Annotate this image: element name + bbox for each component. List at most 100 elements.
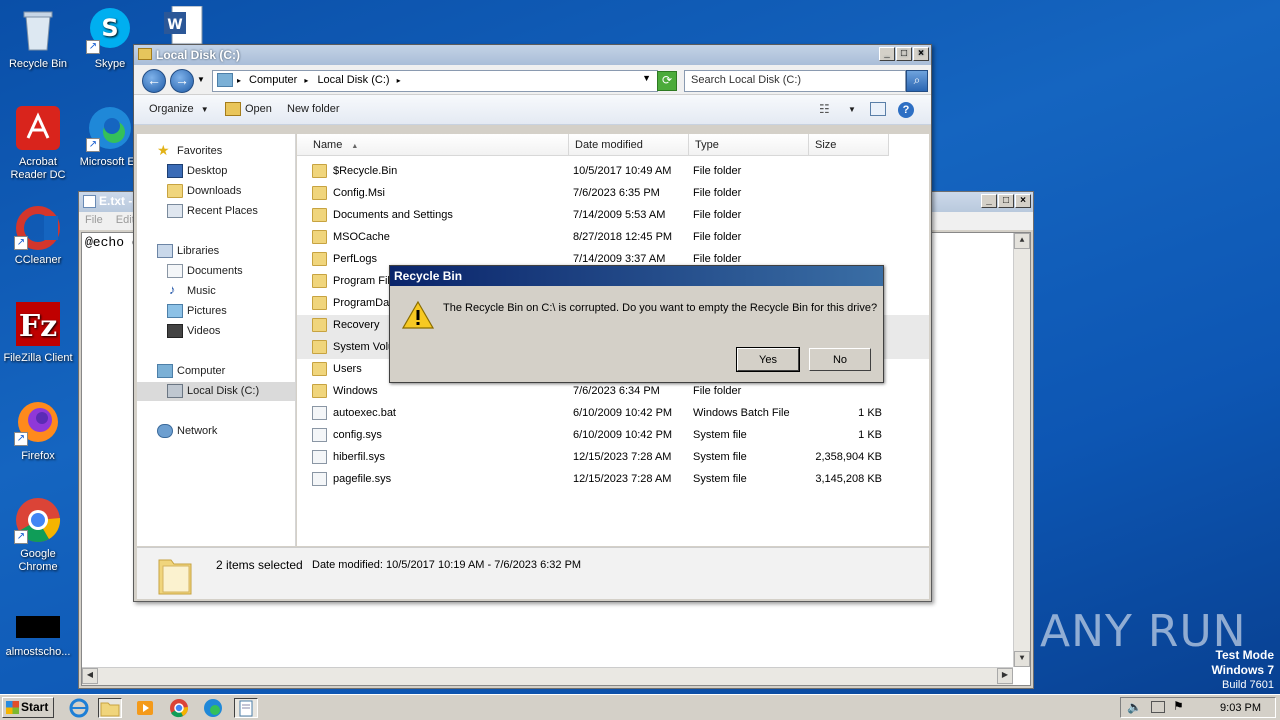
table-row[interactable]: Windows 7/6/2023 6:34 PM File folder bbox=[297, 381, 929, 403]
desktop-icon-ccleaner[interactable]: ↗ CCleaner bbox=[0, 202, 76, 267]
recycle-bin-icon bbox=[14, 6, 62, 54]
dialog-title-bar[interactable]: Recycle Bin bbox=[390, 266, 883, 286]
table-row[interactable]: Documents and Settings 7/14/2009 5:53 AM F… bbox=[297, 205, 929, 227]
file-date: 6/10/2009 10:42 PM bbox=[573, 407, 673, 419]
column-header-type[interactable]: Type bbox=[689, 134, 809, 156]
computer-icon bbox=[217, 73, 233, 87]
preview-pane-icon[interactable] bbox=[870, 102, 886, 116]
chevron-right-icon[interactable]: ▸ bbox=[304, 76, 308, 85]
table-row[interactable]: autoexec.bat 6/10/2009 10:42 PM Windows Ba… bbox=[297, 403, 929, 425]
nav-network[interactable]: Network bbox=[137, 422, 295, 441]
nav-documents[interactable]: Documents bbox=[137, 262, 295, 281]
chevron-down-icon[interactable]: ▼ bbox=[848, 105, 856, 114]
chevron-right-icon[interactable]: ▸ bbox=[397, 76, 401, 85]
file-type: System file bbox=[693, 451, 747, 463]
desktop-icon-almostschool[interactable]: almostscho... bbox=[0, 614, 76, 659]
column-header-size[interactable]: Size bbox=[809, 134, 889, 156]
back-button[interactable]: ← bbox=[142, 69, 166, 93]
column-header-name[interactable]: Name ▲ bbox=[297, 134, 569, 156]
folder-icon bbox=[312, 384, 327, 398]
minimize-button[interactable]: _ bbox=[879, 47, 895, 61]
file-name: autoexec.bat bbox=[333, 407, 396, 419]
scroll-right-icon[interactable]: ▶ bbox=[997, 668, 1013, 684]
folder-icon bbox=[312, 296, 327, 310]
close-button[interactable]: × bbox=[913, 47, 929, 61]
nav-computer[interactable]: Computer bbox=[137, 362, 295, 381]
address-bar[interactable]: ▸ Computer ▸ Local Disk (C:) ▸ ▼ bbox=[212, 70, 658, 92]
word-document-icon[interactable]: W bbox=[164, 5, 210, 45]
file-date: 8/27/2018 12:45 PM bbox=[573, 231, 673, 243]
clock[interactable]: 9:03 PM bbox=[1220, 702, 1261, 714]
forward-button[interactable]: → bbox=[170, 69, 194, 93]
menu-edit[interactable]: Edit bbox=[116, 214, 135, 226]
maximize-button[interactable]: □ bbox=[896, 47, 912, 61]
taskbar-edge-icon[interactable] bbox=[202, 698, 226, 718]
minimize-button[interactable]: _ bbox=[981, 194, 997, 208]
table-row[interactable]: pagefile.sys 12/15/2023 7:28 AM System fil… bbox=[297, 469, 929, 491]
nav-local-disk[interactable]: Local Disk (C:) bbox=[137, 382, 295, 401]
nav-videos[interactable]: Videos bbox=[137, 322, 295, 341]
new-folder-button[interactable]: New folder bbox=[287, 103, 340, 115]
breadcrumb-local-disk[interactable]: Local Disk (C:) bbox=[317, 74, 389, 86]
view-options-icon[interactable]: ☷ bbox=[819, 102, 835, 116]
nav-recent-places[interactable]: Recent Places bbox=[137, 202, 295, 221]
table-row[interactable]: hiberfil.sys 12/15/2023 7:28 AM System fil… bbox=[297, 447, 929, 469]
taskbar-notepad-icon[interactable] bbox=[234, 698, 258, 718]
nav-favorites[interactable]: ★ Favorites bbox=[137, 142, 295, 161]
desktop-icon-acrobat[interactable]: Acrobat Reader DC bbox=[0, 104, 76, 182]
nav-music[interactable]: ♪ Music bbox=[137, 282, 295, 301]
address-dropdown-icon[interactable]: ▼ bbox=[642, 73, 651, 83]
action-center-flag-icon[interactable]: ⚑ bbox=[1173, 699, 1184, 713]
desktop-icon-filezilla[interactable]: Fz FileZilla Client bbox=[0, 300, 76, 365]
recent-pages-dropdown-icon[interactable]: ▼ bbox=[197, 75, 205, 84]
nav-pictures[interactable]: Pictures bbox=[137, 302, 295, 321]
search-input[interactable]: Search Local Disk (C:) bbox=[684, 70, 906, 92]
folder-icon bbox=[312, 230, 327, 244]
maximize-button[interactable]: □ bbox=[998, 194, 1014, 208]
explorer-title-bar[interactable]: Local Disk (C:) _ □ × bbox=[134, 45, 931, 65]
nav-downloads[interactable]: Downloads bbox=[137, 182, 295, 201]
breadcrumb-computer[interactable]: Computer bbox=[249, 74, 297, 86]
file-name: Documents and Settings bbox=[333, 209, 453, 221]
open-button[interactable]: Open bbox=[245, 103, 272, 115]
yes-button[interactable]: Yes bbox=[736, 347, 800, 372]
volume-icon[interactable]: 🔈 bbox=[1127, 700, 1142, 714]
search-icon[interactable]: ⌕ bbox=[906, 70, 928, 92]
column-label: Name bbox=[313, 139, 343, 151]
table-row[interactable]: MSOCache 8/27/2018 12:45 PM File folder bbox=[297, 227, 929, 249]
start-button[interactable]: Start bbox=[2, 697, 54, 718]
desktop-icon-chrome[interactable]: ↗ Google Chrome bbox=[0, 496, 76, 574]
horizontal-scrollbar[interactable]: ◀ ▶ bbox=[82, 667, 1013, 685]
close-button[interactable]: × bbox=[1015, 194, 1031, 208]
downloads-icon bbox=[167, 184, 183, 198]
network-status-icon[interactable] bbox=[1151, 701, 1165, 713]
vertical-scrollbar[interactable]: ▲ ▼ bbox=[1013, 233, 1030, 667]
taskbar-ie-icon[interactable] bbox=[68, 698, 92, 718]
help-icon[interactable]: ? bbox=[898, 102, 914, 118]
table-row[interactable]: Config.Msi 7/6/2023 6:35 PM File folder bbox=[297, 183, 929, 205]
file-date: 6/10/2009 10:42 PM bbox=[573, 429, 673, 441]
organize-button[interactable]: Organize ▼ bbox=[149, 103, 209, 115]
scroll-up-icon[interactable]: ▲ bbox=[1014, 233, 1030, 249]
menu-file[interactable]: File bbox=[85, 214, 103, 226]
taskbar-chrome-icon[interactable] bbox=[168, 698, 192, 718]
column-header-date[interactable]: Date modified bbox=[569, 134, 689, 156]
file-type: File folder bbox=[693, 209, 742, 221]
nav-libraries[interactable]: Libraries bbox=[137, 242, 295, 261]
scroll-left-icon[interactable]: ◀ bbox=[82, 668, 98, 684]
nav-desktop[interactable]: Desktop bbox=[137, 162, 295, 181]
taskbar-media-player-icon[interactable] bbox=[134, 698, 158, 718]
desktop-icon-firefox[interactable]: ↗ Firefox bbox=[0, 398, 76, 463]
table-row[interactable]: config.sys 6/10/2009 10:42 PM System file 1… bbox=[297, 425, 929, 447]
table-row[interactable]: $Recycle.Bin 10/5/2017 10:49 AM File folde… bbox=[297, 161, 929, 183]
file-type: System file bbox=[693, 473, 747, 485]
no-button[interactable]: No bbox=[809, 348, 871, 371]
taskbar-explorer-icon[interactable] bbox=[98, 698, 122, 718]
desktop-icon-recycle-bin[interactable]: Recycle Bin bbox=[0, 6, 76, 71]
refresh-button[interactable]: ⟳ bbox=[657, 71, 677, 91]
chevron-right-icon[interactable]: ▸ bbox=[237, 76, 241, 85]
filezilla-icon: Fz bbox=[14, 300, 62, 348]
file-name: System Volu bbox=[333, 341, 395, 353]
file-type: Windows Batch File bbox=[693, 407, 790, 419]
scroll-down-icon[interactable]: ▼ bbox=[1014, 651, 1030, 667]
